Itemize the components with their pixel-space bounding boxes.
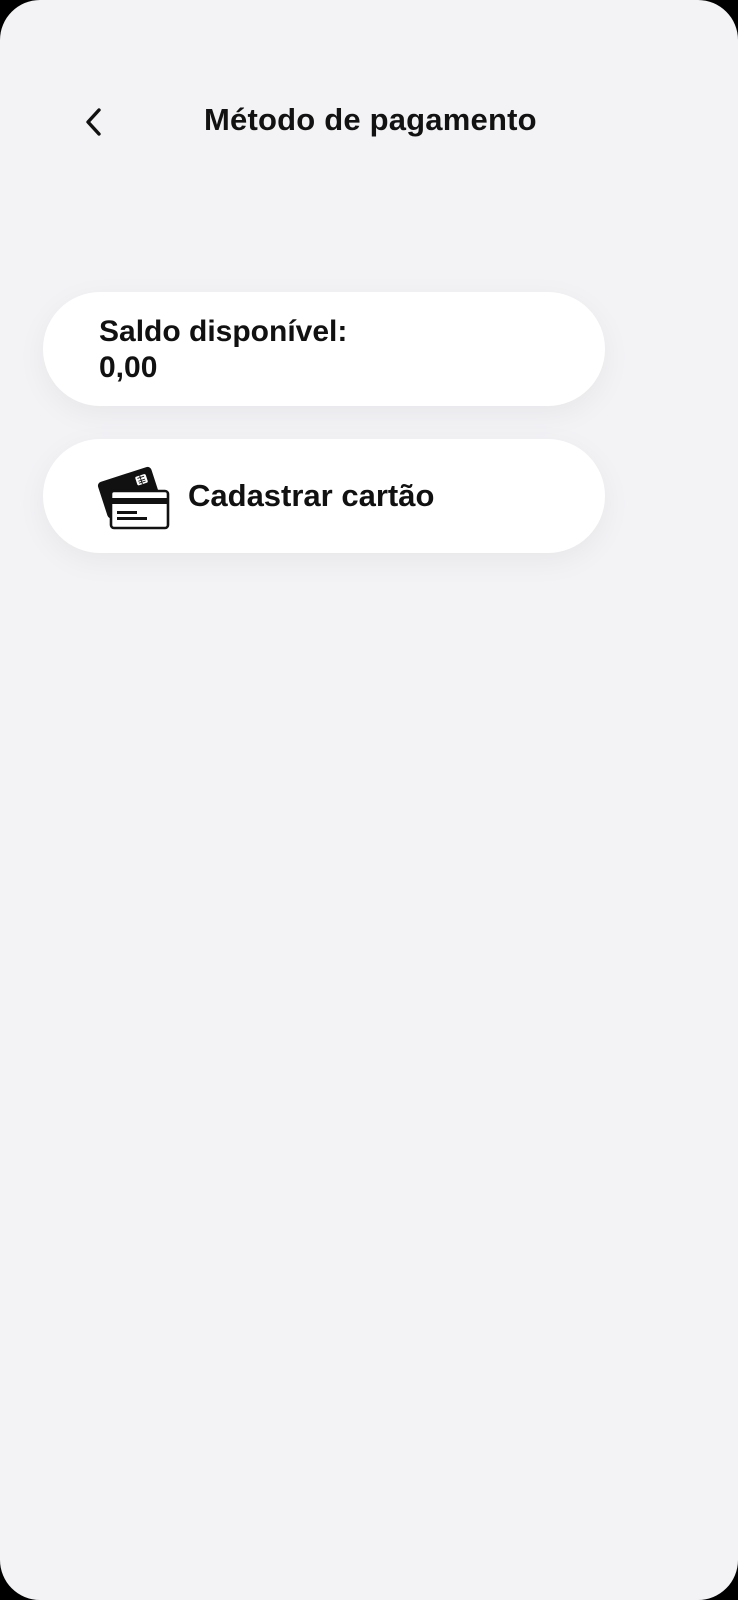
- balance-card: Saldo disponível: 0,00: [43, 292, 605, 406]
- page-title: Método de pagamento: [204, 102, 537, 137]
- credit-cards-icon: [97, 466, 170, 530]
- chevron-left-icon: [86, 108, 101, 136]
- register-card-button[interactable]: Cadastrar cartão: [43, 439, 605, 553]
- top-bar: Método de pagamento: [0, 80, 738, 160]
- balance-label: Saldo disponível:: [99, 315, 348, 348]
- back-button[interactable]: [72, 100, 116, 144]
- register-card-label: Cadastrar cartão: [188, 478, 435, 513]
- app-screen: Método de pagamento Saldo disponível: 0,…: [0, 0, 738, 1600]
- balance-value: 0,00: [99, 351, 158, 384]
